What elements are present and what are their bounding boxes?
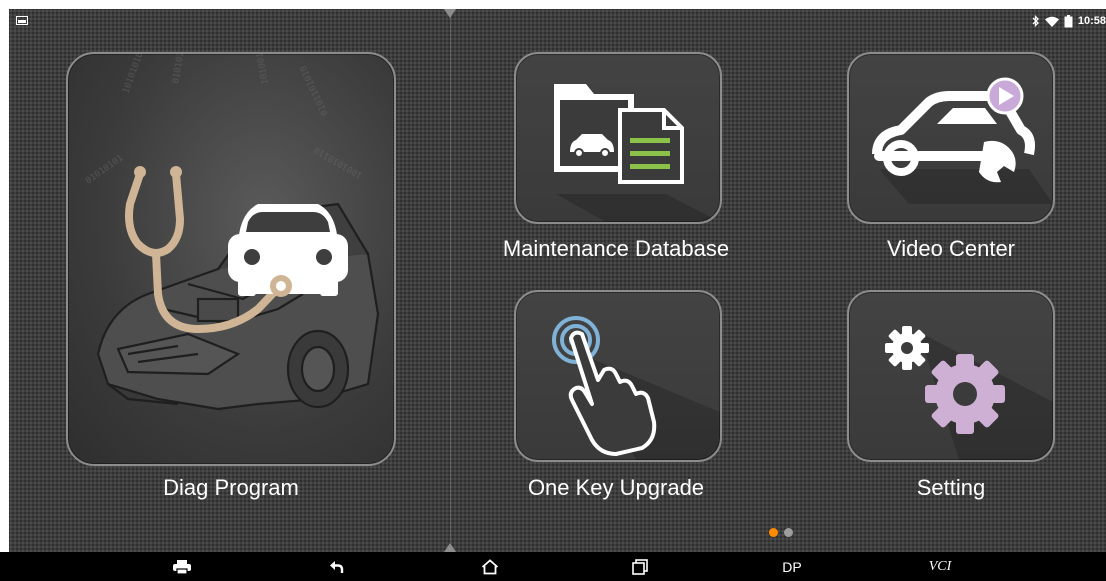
video-center-label[interactable]: Video Center — [847, 236, 1055, 262]
status-time: 10:58 — [1077, 15, 1106, 27]
panel-divider — [450, 17, 451, 542]
car-wrench-play-icon — [872, 77, 1053, 204]
page-dot-inactive[interactable] — [784, 528, 793, 537]
svg-text:1010101001010: 1010101001010 — [121, 54, 154, 95]
svg-text:1010010110: 1010010110 — [252, 54, 271, 85]
folder-document-icon — [554, 84, 720, 222]
status-bar: 10:58 — [9, 9, 1106, 33]
home-button[interactable] — [476, 552, 504, 581]
setting-label[interactable]: Setting — [847, 475, 1055, 501]
one-key-upgrade-label[interactable]: One Key Upgrade — [464, 475, 768, 501]
one-key-upgrade-tile[interactable] — [514, 290, 722, 462]
dp-button[interactable]: DP — [772, 552, 812, 581]
page-indicator — [769, 528, 793, 537]
setting-tile[interactable] — [847, 290, 1055, 462]
back-arrow-icon — [330, 560, 344, 573]
diag-program-tile[interactable]: 1010101001010 0101010101 1010010110 0101… — [66, 52, 396, 466]
svg-text:01010101: 01010101 — [84, 153, 125, 186]
battery-icon — [1064, 14, 1073, 27]
video-center-tile[interactable] — [847, 52, 1055, 224]
recent-apps-icon — [632, 558, 648, 575]
svg-text:1001010110: 1001010110 — [313, 144, 365, 180]
navigation-bar: DP VCI — [0, 552, 1106, 581]
vci-button[interactable]: VCI — [918, 552, 962, 581]
diag-program-label[interactable]: Diag Program — [66, 475, 396, 501]
home-screen: 10:58 1010101001010 0101010101 101001011… — [9, 9, 1106, 552]
stethoscope-car-icon: 1010101001010 0101010101 1010010110 0101… — [84, 54, 380, 411]
back-button[interactable] — [323, 552, 351, 581]
maintenance-database-label[interactable]: Maintenance Database — [464, 236, 768, 262]
pull-handle-bottom[interactable] — [444, 543, 456, 552]
print-button[interactable] — [168, 552, 196, 581]
notification-image-icon — [16, 16, 28, 25]
svg-text:0101010101: 0101010101 — [171, 54, 190, 85]
page-dot-active[interactable] — [769, 528, 778, 537]
home-icon — [481, 558, 499, 574]
tap-hand-icon — [552, 316, 720, 460]
bluetooth-icon — [1032, 15, 1039, 27]
status-icons: 10:58 — [1032, 13, 1106, 29]
recent-apps-button[interactable] — [626, 552, 654, 581]
wifi-icon — [1044, 16, 1059, 27]
maintenance-database-tile[interactable] — [514, 52, 722, 224]
printer-icon — [173, 559, 191, 574]
gears-icon — [885, 326, 1053, 460]
svg-text:0101101010: 0101101010 — [299, 64, 331, 117]
